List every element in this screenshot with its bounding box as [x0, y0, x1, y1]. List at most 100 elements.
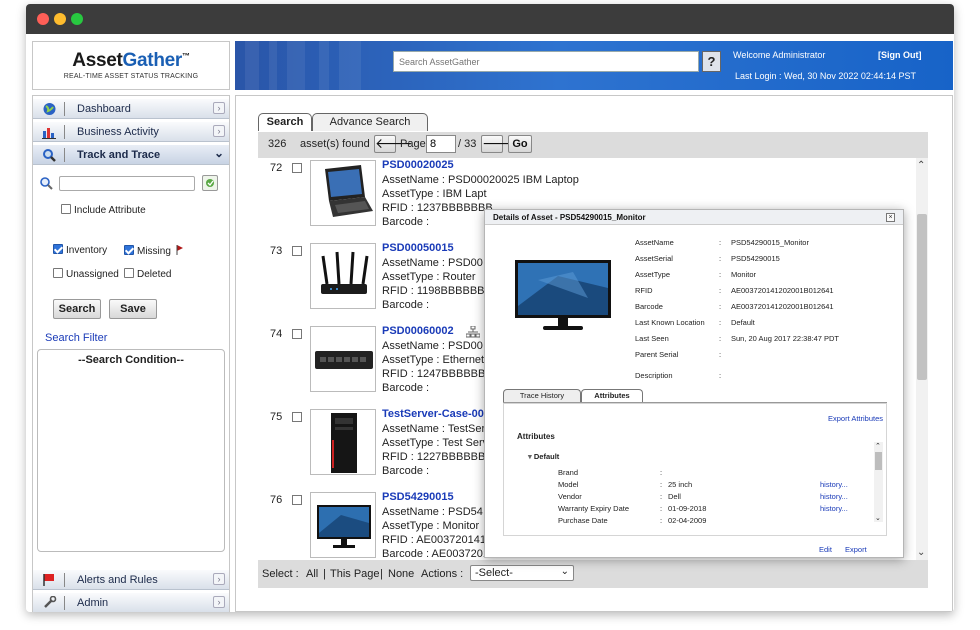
attr-key: Brand: [558, 468, 579, 477]
row-checkbox[interactable]: [292, 412, 302, 422]
actions-select-value: -Select-: [475, 567, 513, 579]
sidebar-item-admin[interactable]: Admin ›: [33, 593, 229, 612]
search-go-icon[interactable]: [202, 175, 218, 191]
sidebar: Dashboard › Business Activity › Track an…: [32, 95, 230, 612]
sidebar-item-label: Alerts and Rules: [77, 574, 158, 586]
select-this-page-link[interactable]: This Page: [330, 568, 380, 580]
history-link[interactable]: history...: [820, 504, 848, 513]
field-value: PSD54290015_Monitor: [731, 238, 809, 247]
inventory-checkbox[interactable]: Inventory: [53, 244, 107, 256]
bar-chart-icon: [41, 125, 57, 139]
tab-advance-search[interactable]: Advance Search: [312, 113, 428, 131]
search-filter-link[interactable]: Search Filter: [45, 332, 107, 344]
list-scrollbar[interactable]: ⌃ ⌄: [916, 158, 928, 560]
attr-value: Dell: [668, 492, 681, 501]
scrollbar-thumb[interactable]: [917, 214, 927, 380]
track-search-input[interactable]: [59, 176, 195, 191]
asset-name-line: AssetName : PSD00: [382, 257, 483, 269]
save-button[interactable]: Save: [109, 299, 157, 319]
scroll-up-icon[interactable]: ⌃: [875, 442, 881, 450]
asset-name-link[interactable]: PSD00020025: [382, 159, 454, 171]
search-condition-title: --Search Condition--: [78, 354, 184, 366]
browser-window: AssetGather™ REAL-TIME ASSET STATUS TRAC…: [26, 4, 954, 612]
row-checkbox[interactable]: [292, 163, 302, 173]
next-page-button[interactable]: 🡒: [481, 135, 520, 153]
attr-key: Vendor: [558, 492, 582, 501]
sidebar-item-label: Dashboard: [77, 103, 131, 115]
maximize-window-icon[interactable]: [71, 13, 83, 25]
scroll-down-icon[interactable]: ⌄: [917, 547, 925, 558]
sign-out-link[interactable]: [Sign Out]: [878, 50, 922, 60]
export-attributes-link[interactable]: Export Attributes: [828, 414, 883, 423]
logo-tagline: REAL-TIME ASSET STATUS TRACKING: [63, 73, 199, 80]
results-toolbar: 326 asset(s) found 🡐 Page / 33 🡒 Go: [258, 132, 928, 158]
attr-key: Model: [558, 480, 579, 489]
asset-name-line: AssetName : PSD54: [382, 506, 483, 518]
export-link[interactable]: Export: [845, 545, 867, 554]
go-button[interactable]: Go: [508, 135, 532, 153]
close-icon[interactable]: ×: [886, 213, 895, 222]
rfid-line: RFID : 1198BBBBBBB: [382, 285, 492, 297]
asset-type-line: AssetType : Router: [382, 271, 476, 283]
row-number: 73: [270, 245, 283, 257]
field-value: AE003720141202001B012641: [731, 286, 834, 295]
magnifier-icon: [41, 148, 57, 162]
select-label: Select :: [262, 568, 299, 580]
search-button[interactable]: Search: [53, 299, 101, 319]
tab-attributes[interactable]: Attributes: [581, 389, 643, 402]
barcode-line: Barcode :: [382, 465, 430, 477]
result-count: 326: [268, 138, 287, 150]
page-number-input[interactable]: [426, 135, 456, 153]
asset-type-line: AssetType : Test Serv: [382, 437, 489, 449]
row-checkbox[interactable]: [292, 246, 302, 256]
sidebar-item-label: Admin: [77, 597, 109, 609]
sidebar-item-track-and-trace[interactable]: Track and Trace ⌄: [33, 145, 229, 165]
tab-trace-history[interactable]: Trace History: [503, 389, 581, 402]
attributes-title: Attributes: [517, 432, 555, 441]
sidebar-item-alerts-and-rules[interactable]: Alerts and Rules ›: [33, 570, 229, 590]
attributes-panel: Export Attributes Attributes ▾ Default B…: [503, 403, 887, 536]
unassigned-checkbox[interactable]: Unassigned: [53, 268, 119, 280]
search-condition-box: --Search Condition--: [37, 349, 225, 552]
field-value: Monitor: [731, 270, 757, 279]
attribute-group-default[interactable]: ▾ Default: [528, 452, 559, 461]
asset-name-link[interactable]: PSD54290015: [382, 491, 454, 503]
wrench-icon: [41, 595, 57, 610]
select-all-link[interactable]: All: [306, 568, 318, 580]
scroll-down-icon[interactable]: ⌄: [875, 514, 881, 522]
asset-name-link[interactable]: PSD00060002: [382, 325, 454, 337]
history-link[interactable]: history...: [820, 480, 848, 489]
prev-page-button[interactable]: 🡐: [374, 135, 413, 153]
rfid-line: RFID : 1227BBBBBBB: [382, 451, 493, 463]
chevron-right-icon: ›: [213, 125, 225, 137]
attributes-scrollbar[interactable]: ⌃ ⌄: [874, 442, 883, 522]
sidebar-item-dashboard[interactable]: Dashboard ›: [33, 99, 229, 119]
field-key: RFID: [635, 286, 653, 295]
tab-search[interactable]: Search: [258, 113, 312, 131]
row-checkbox[interactable]: [292, 495, 302, 505]
actions-select[interactable]: -Select- ⌄: [470, 565, 574, 581]
deleted-label: Deleted: [137, 269, 172, 280]
history-link[interactable]: history...: [820, 492, 848, 501]
deleted-checkbox[interactable]: Deleted: [124, 268, 171, 280]
global-search-input[interactable]: [393, 51, 699, 72]
result-count-label: asset(s) found: [300, 138, 370, 150]
asset-type-line: AssetType : Monitor: [382, 520, 480, 532]
scrollbar-thumb[interactable]: [875, 452, 882, 470]
scroll-up-icon[interactable]: ⌃: [917, 160, 925, 171]
include-attribute-checkbox[interactable]: Include Attribute: [61, 204, 146, 216]
chevron-down-icon: ⌄: [213, 146, 225, 160]
attr-value: 02-04-2009: [668, 516, 707, 525]
asset-preview-image: [513, 258, 613, 339]
field-value: Default: [731, 318, 755, 327]
edit-link[interactable]: Edit: [819, 545, 832, 554]
select-none-link[interactable]: None: [388, 568, 414, 580]
row-checkbox[interactable]: [292, 329, 302, 339]
asset-name-link[interactable]: TestServer-Case-00: [382, 408, 484, 420]
missing-checkbox[interactable]: Missing: [124, 244, 184, 257]
asset-name-link[interactable]: PSD00050015: [382, 242, 454, 254]
minimize-window-icon[interactable]: [54, 13, 66, 25]
sidebar-item-business-activity[interactable]: Business Activity ›: [33, 122, 229, 142]
help-button[interactable]: ?: [702, 51, 721, 72]
close-window-icon[interactable]: [37, 13, 49, 25]
